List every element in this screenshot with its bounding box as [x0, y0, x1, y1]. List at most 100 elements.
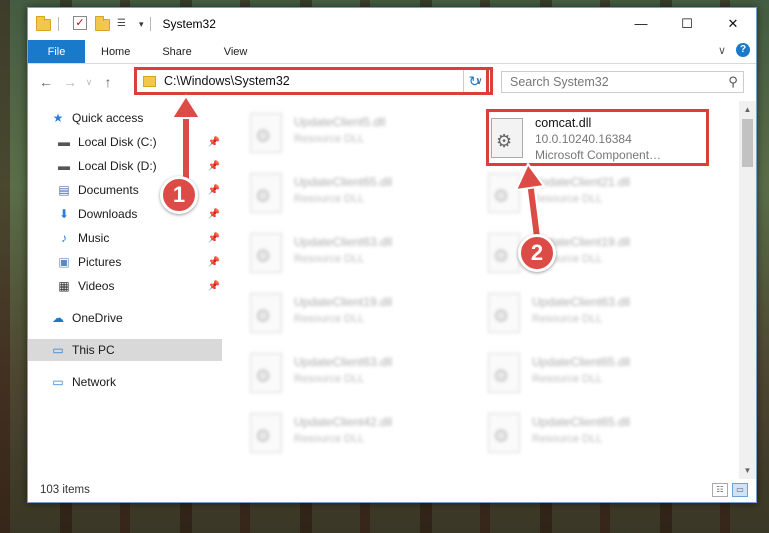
- pin-icon[interactable]: 📌: [208, 233, 220, 244]
- nav-item-local-disk-c[interactable]: ▬ Local Disk (C:) 📌: [28, 131, 222, 153]
- search-placeholder: Search System32: [510, 75, 609, 89]
- dll-file-icon: [250, 293, 282, 333]
- recent-locations-button[interactable]: ∨: [82, 77, 96, 88]
- tab-share[interactable]: Share: [146, 40, 207, 63]
- vertical-scrollbar[interactable]: ▲ ▼: [739, 101, 756, 479]
- file-explorer-window: ✓ ☰ ▾ System32 — ☐ ✕ File Home Share Vie…: [27, 7, 757, 503]
- file-name: UpdateClient63.dll: [294, 355, 393, 369]
- nav-item-pictures[interactable]: ▣ Pictures 📌: [28, 251, 222, 273]
- pin-icon[interactable]: 📌: [208, 185, 220, 196]
- file-description: Resource DLL: [532, 313, 603, 325]
- pin-icon[interactable]: 📌: [208, 257, 220, 268]
- file-name: UpdateClient42.dll: [294, 415, 393, 429]
- file-name: UpdateClient5.dll: [294, 115, 386, 129]
- file-description: Resource DLL: [294, 133, 365, 145]
- pin-icon[interactable]: 📌: [208, 281, 220, 292]
- pin-icon[interactable]: 📌: [208, 161, 220, 172]
- nav-item-label: Pictures: [78, 255, 122, 269]
- chevron-down-icon[interactable]: ▾: [139, 19, 144, 30]
- nav-item-label: Local Disk (C:): [78, 135, 157, 149]
- address-path[interactable]: C:\Windows\System32: [164, 74, 472, 88]
- nav-item-onedrive[interactable]: ☁ OneDrive: [28, 307, 222, 329]
- search-input[interactable]: Search System32 ⚲: [501, 71, 744, 93]
- file-tile[interactable]: UpdateClient65.dll Resource DLL: [488, 353, 708, 405]
- tab-file[interactable]: File: [28, 40, 85, 63]
- file-description: Resource DLL: [294, 193, 365, 205]
- documents-icon: ▤: [58, 183, 70, 197]
- file-tile[interactable]: UpdateClient65.dll Resource DLL: [488, 413, 708, 465]
- drive-icon: ▬: [58, 159, 70, 173]
- file-list: UpdateClient65.dllResource DLLUpdateClie…: [222, 101, 756, 479]
- network-icon: ▭: [52, 375, 64, 389]
- pin-icon[interactable]: 📌: [208, 137, 220, 148]
- title-bar: ✓ ☰ ▾ System32 — ☐ ✕: [28, 8, 756, 40]
- close-button[interactable]: ✕: [710, 8, 756, 40]
- address-row: ← → ∨ ↑ C:\Windows\System32 ∨ ↻ Search S…: [28, 64, 756, 100]
- refresh-button-frame: ↻: [463, 67, 493, 95]
- help-icon[interactable]: ?: [736, 43, 750, 57]
- maximize-button[interactable]: ☐: [664, 8, 710, 40]
- window-title: System32: [162, 17, 216, 31]
- dll-file-icon: [488, 233, 520, 273]
- forward-button[interactable]: →: [58, 74, 82, 90]
- pin-icon[interactable]: 📌: [208, 209, 220, 220]
- dll-file-icon: [250, 413, 282, 453]
- properties-check-icon[interactable]: ✓: [73, 16, 89, 32]
- file-tile[interactable]: UpdateClient63.dll Resource DLL: [250, 233, 470, 285]
- tab-view[interactable]: View: [208, 40, 264, 63]
- highlighted-file-comcat[interactable]: comcat.dll 10.0.10240.16384 Microsoft Co…: [486, 109, 709, 166]
- ribbon-tabs: File Home Share View ∨ ?: [28, 40, 756, 64]
- dll-file-icon: [488, 293, 520, 333]
- tab-home[interactable]: Home: [85, 40, 146, 63]
- nav-item-this-pc[interactable]: ▭ This PC: [28, 339, 222, 361]
- nav-item-videos[interactable]: ▦ Videos 📌: [28, 275, 222, 297]
- nav-item-label: Network: [72, 375, 117, 389]
- nav-item-network[interactable]: ▭ Network: [28, 371, 222, 393]
- nav-item-label: Downloads: [78, 207, 138, 221]
- file-name: UpdateClient19.dll: [294, 295, 393, 309]
- file-tile[interactable]: UpdateClient19.dll Resource DLL: [250, 293, 470, 345]
- content-area: ★ Quick access ▬ Local Disk (C:) 📌 ▬ Local Dis…: [28, 101, 756, 479]
- scroll-thumb[interactable]: [742, 119, 753, 167]
- file-company: Microsoft Component…: [535, 148, 662, 162]
- file-tile[interactable]: UpdateClient5.dll Resource DLL: [250, 113, 470, 165]
- scroll-down-icon[interactable]: ▼: [739, 462, 756, 479]
- nav-item-quick-access[interactable]: ★ Quick access: [28, 107, 222, 129]
- nav-item-music[interactable]: ♪ Music 📌: [28, 227, 222, 249]
- details-view-icon[interactable]: ☷: [712, 483, 728, 497]
- file-tile[interactable]: UpdateClient42.dll Resource DLL: [250, 413, 470, 465]
- file-tile[interactable]: UpdateClient21.dll Resource DLL: [488, 173, 708, 225]
- file-tile[interactable]: UpdateClient65.dll Resource DLL: [250, 173, 470, 225]
- up-button[interactable]: ↑: [96, 74, 120, 90]
- callout-1: 1: [160, 176, 198, 214]
- downloads-icon: ⬇: [58, 207, 70, 221]
- scroll-up-icon[interactable]: ▲: [739, 101, 756, 118]
- tiles-view-icon[interactable]: ▭: [732, 483, 748, 497]
- file-name: UpdateClient65.dll: [532, 415, 631, 429]
- back-button[interactable]: ←: [34, 74, 58, 90]
- dll-file-icon: [250, 233, 282, 273]
- file-description: Resource DLL: [532, 373, 603, 385]
- file-name: UpdateClient65.dll: [532, 355, 631, 369]
- minimize-button[interactable]: —: [618, 8, 664, 40]
- nav-item-local-disk-d[interactable]: ▬ Local Disk (D:) 📌: [28, 155, 222, 177]
- callout-2: 2: [518, 234, 556, 272]
- computer-icon: ▭: [52, 343, 64, 357]
- new-folder-icon[interactable]: [95, 16, 111, 32]
- expand-ribbon-icon[interactable]: ∨: [718, 44, 726, 57]
- file-tile[interactable]: UpdateClient63.dll Resource DLL: [250, 353, 470, 405]
- refresh-icon[interactable]: ↻: [463, 70, 485, 92]
- address-bar[interactable]: C:\Windows\System32 ∨: [134, 67, 489, 95]
- item-count: 103 items: [40, 484, 90, 496]
- nav-item-label: Music: [78, 231, 110, 245]
- file-description: Resource DLL: [294, 253, 365, 265]
- dll-file-icon: [488, 353, 520, 393]
- onedrive-icon: ☁: [52, 311, 64, 325]
- navigation-pane: ★ Quick access ▬ Local Disk (C:) 📌 ▬ Local Dis…: [28, 101, 222, 479]
- file-name: UpdateClient21.dll: [532, 175, 631, 189]
- search-icon[interactable]: ⚲: [723, 74, 743, 90]
- customize-icon[interactable]: ☰: [117, 17, 133, 31]
- folder-icon: [143, 75, 156, 87]
- file-tile[interactable]: UpdateClient63.dll Resource DLL: [488, 293, 708, 345]
- file-name: UpdateClient63.dll: [532, 295, 631, 309]
